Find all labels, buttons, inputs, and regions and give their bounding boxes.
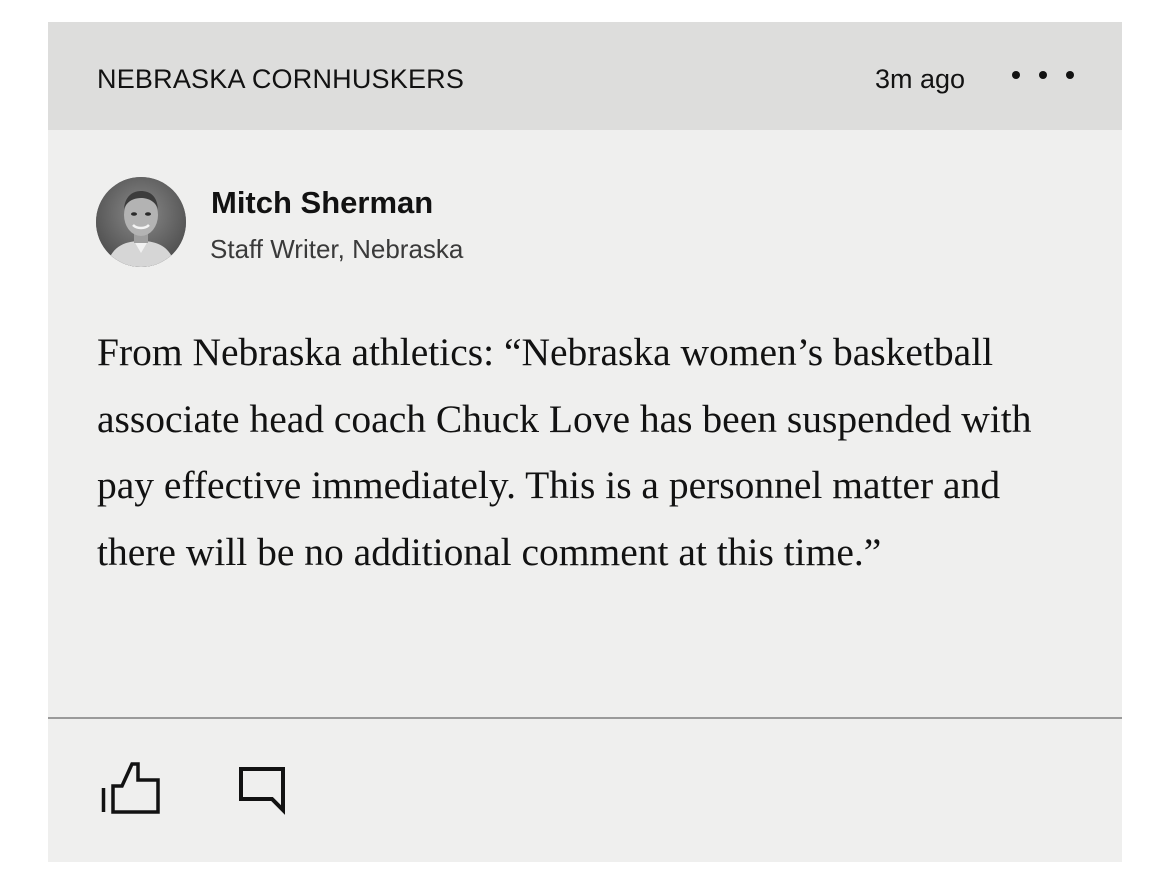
more-dot-icon [1066, 71, 1074, 79]
author-role: Staff Writer, Nebraska [210, 234, 464, 264]
comment-button[interactable] [238, 766, 286, 816]
author-name[interactable]: Mitch Sherman [211, 185, 433, 221]
more-options-button[interactable] [1012, 60, 1074, 90]
comment-icon [239, 767, 285, 815]
post-body: From Nebraska athletics: “Nebraska women… [97, 330, 1032, 574]
timestamp: 3m ago [874, 64, 965, 94]
more-dot-icon [1039, 71, 1047, 79]
like-button[interactable] [100, 760, 164, 816]
thumbs-up-icon [101, 762, 160, 814]
divider [48, 717, 1122, 719]
post-card: NEBRASKA CORNHUSKERS 3m ago Mitch Sherma… [48, 22, 1122, 862]
avatar[interactable] [96, 177, 186, 267]
card-header: NEBRASKA CORNHUSKERS 3m ago [48, 22, 1122, 130]
more-dot-icon [1012, 71, 1020, 79]
team-name[interactable]: NEBRASKA CORNHUSKERS [97, 62, 464, 96]
avatar-photo [96, 177, 186, 267]
